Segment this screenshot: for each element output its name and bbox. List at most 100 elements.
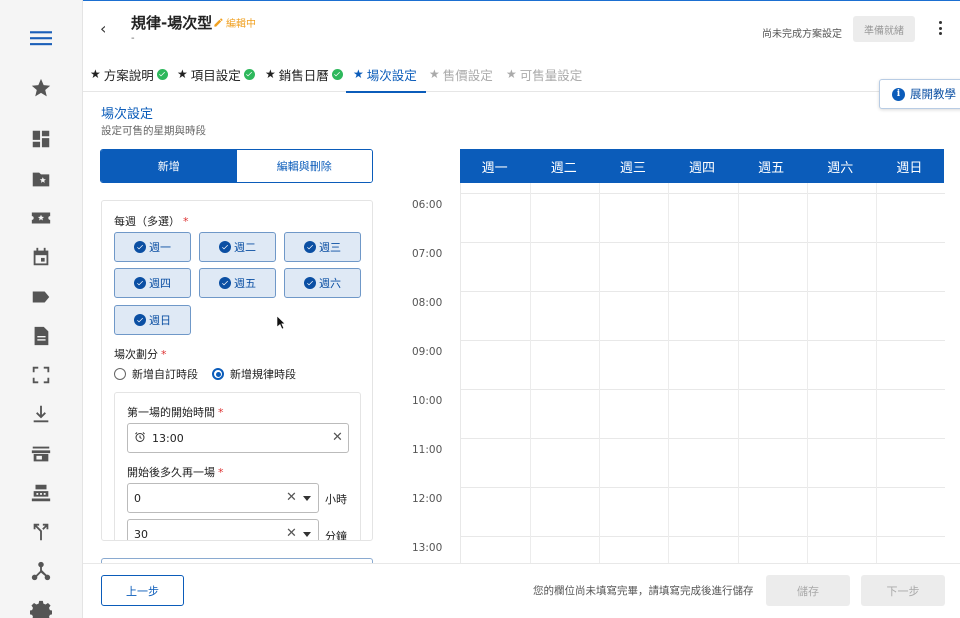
time-label: 07:00 (412, 248, 443, 260)
clear-icon[interactable]: ✕ (332, 430, 343, 445)
back-button[interactable]: ‹ (100, 19, 106, 38)
interval-label-text: 開始後多久再一場 (127, 466, 215, 479)
star-icon: ★ (177, 67, 188, 81)
next-step-button[interactable]: 下一步 (861, 575, 945, 606)
mouse-cursor-icon (277, 316, 286, 330)
time-label: 12:00 (412, 493, 443, 505)
page-title: 規律-場次型 (131, 14, 213, 32)
check-circle-icon (243, 68, 255, 80)
ticket-star-icon[interactable] (30, 207, 52, 229)
star-icon[interactable] (30, 77, 52, 99)
cash-register-icon[interactable] (30, 482, 52, 504)
interval-label: 開始後多久再一場 * (127, 464, 224, 480)
save-button[interactable]: 儲存 (766, 575, 850, 606)
step-tabs: ★ 方案說明 ★ 項目設定 ★ 銷售日曆 ★ 場次設定 ★ 售價設定 ★ 可售量… (83, 56, 960, 93)
day-toggle-sun[interactable]: 週日 (114, 305, 191, 335)
ready-button[interactable]: 準備就緒 (853, 16, 915, 42)
tab-sales-calendar[interactable]: ★ 銷售日曆 (265, 56, 343, 92)
time-label: 10:00 (412, 395, 443, 407)
radio-custom-period[interactable] (114, 368, 126, 380)
first-start-label: 第一場的開始時間 * (127, 404, 224, 420)
regular-period-panel: 第一場的開始時間 * 13:00 ✕ 開始後多久再一場 * 0 ✕ 小時 30 ✕ … (114, 392, 361, 541)
more-options-icon[interactable] (938, 21, 942, 35)
day-label: 週五 (234, 277, 256, 290)
edit-status-label: 編輯中 (226, 19, 256, 30)
star-icon: ★ (353, 67, 364, 81)
top-bar: ‹ 規律-場次型 - 編輯中 尚未完成方案設定 準備就緒 (83, 0, 960, 56)
calendar-day-divider (738, 183, 739, 563)
day-toggle-fri[interactable]: 週五 (199, 268, 276, 298)
day-toggle-mon[interactable]: 週一 (114, 232, 191, 262)
tab-label: 場次設定 (366, 67, 417, 83)
first-start-time-value: 13:00 (152, 431, 184, 445)
radio-regular-period[interactable] (212, 368, 224, 380)
check-circle-icon (134, 314, 146, 326)
dashboard-icon[interactable] (30, 128, 52, 150)
tab-label: 可售量設定 (519, 67, 583, 83)
edit-delete-mode-button[interactable]: 編輯與刪除 (236, 150, 372, 182)
download-icon[interactable] (30, 403, 52, 425)
tab-quantity-settings[interactable]: ★ 可售量設定 (506, 56, 582, 92)
clear-icon[interactable]: ✕ (286, 526, 297, 540)
scan-icon[interactable] (30, 364, 52, 386)
day-label: 週一 (149, 241, 171, 254)
tab-item-settings[interactable]: ★ 項目設定 (177, 56, 255, 92)
required-mark: * (218, 466, 224, 479)
day-label: 週二 (234, 241, 256, 254)
alarm-clock-icon (134, 431, 146, 446)
merge-icon[interactable] (30, 521, 52, 543)
expand-guide-button[interactable]: i 展開教學 (879, 79, 960, 109)
document-icon[interactable] (30, 325, 52, 347)
day-toggle-wed[interactable]: 週三 (284, 232, 361, 262)
day-toggle-tue[interactable]: 週二 (199, 232, 276, 262)
dropdown-arrow-icon[interactable] (303, 532, 311, 537)
tag-icon[interactable] (30, 286, 52, 308)
store-icon[interactable] (30, 443, 52, 465)
check-circle-icon (156, 68, 168, 80)
calendar-hour-line (461, 340, 945, 341)
calendar-day-thu: 週四 (688, 160, 715, 176)
calendar-hour-line (461, 242, 945, 243)
hours-select[interactable]: 0 ✕ (127, 483, 319, 513)
settings-gear-icon[interactable] (30, 599, 52, 618)
first-start-time-input[interactable]: 13:00 ✕ (127, 423, 349, 453)
tab-price-settings[interactable]: ★ 售價設定 (429, 56, 493, 92)
weekly-label: 每週（多選） * (114, 213, 189, 229)
star-icon: ★ (429, 67, 440, 81)
hours-unit: 小時 (325, 493, 347, 506)
required-mark: * (161, 348, 167, 361)
minutes-value: 30 (134, 527, 148, 541)
dropdown-arrow-icon[interactable] (303, 496, 311, 501)
sidebar (0, 0, 83, 618)
tab-label: 銷售日曆 (278, 67, 329, 83)
menu-icon[interactable] (28, 27, 54, 49)
time-label: 11:00 (412, 444, 443, 456)
calendar-grid[interactable] (460, 183, 945, 563)
footer-message: 您的欄位尚未填寫完畢，請填寫完成後進行儲存 (533, 585, 754, 597)
hierarchy-icon[interactable] (30, 560, 52, 582)
weekly-label-text: 每週（多選） (114, 215, 180, 228)
check-circle-icon (134, 241, 146, 253)
clear-icon[interactable]: ✕ (286, 490, 297, 505)
tab-session-settings[interactable]: ★ 場次設定 (346, 56, 426, 93)
check-circle-icon (219, 277, 231, 289)
expand-guide-label: 展開教學 (910, 87, 956, 101)
time-label: 09:00 (412, 346, 443, 358)
calendar-hour-line (461, 389, 945, 390)
calendar-icon[interactable] (30, 246, 52, 268)
folder-star-icon[interactable] (30, 168, 52, 190)
required-mark: * (183, 215, 189, 228)
day-toggle-sat[interactable]: 週六 (284, 268, 361, 298)
incomplete-note: 尚未完成方案設定 (762, 29, 842, 40)
edit-status-badge: 編輯中 (213, 15, 256, 30)
split-label-text: 場次劃分 (114, 348, 158, 361)
day-toggle-thu[interactable]: 週四 (114, 268, 191, 298)
previous-step-button[interactable]: 上一步 (101, 575, 184, 606)
calendar-day-tue: 週二 (550, 160, 577, 176)
radio-custom-label: 新增自訂時段 (132, 368, 198, 381)
star-icon: ★ (90, 67, 101, 81)
add-mode-button[interactable]: 新增 (101, 150, 237, 182)
minutes-select[interactable]: 30 ✕ (127, 519, 319, 541)
info-icon: i (892, 87, 905, 101)
tab-plan-description[interactable]: ★ 方案說明 (90, 56, 168, 92)
